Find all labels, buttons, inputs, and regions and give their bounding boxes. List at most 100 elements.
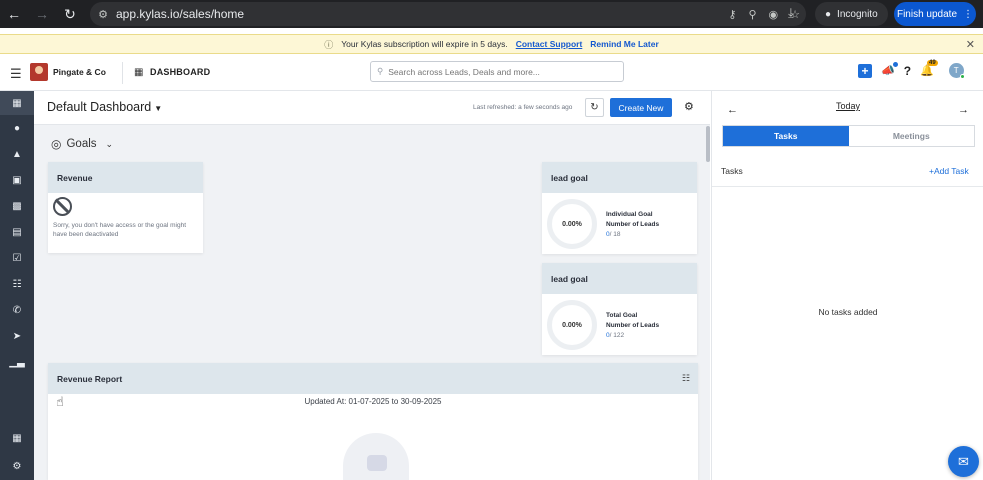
building-icon: ▩ — [12, 200, 22, 212]
sidebar-item-apps[interactable]: ▦ — [0, 426, 34, 450]
app-header: ☰ Pingate & Co ▦ DASHBOARD ⚲ + 📣 ? 🔔49 T — [0, 54, 983, 91]
sidebar-item-companies[interactable]: ▩ — [0, 194, 34, 218]
calendar-icon[interactable]: ☷ — [682, 373, 690, 384]
incognito-indicator[interactable]: ● Incognito — [815, 2, 888, 26]
contact-support-link[interactable]: Contact Support — [516, 39, 583, 49]
notification-badge: 49 — [927, 60, 938, 66]
sidebar-item-calls[interactable]: ✆ — [0, 298, 34, 322]
refresh-button[interactable]: ↻ — [585, 98, 604, 117]
sidebar-item-calendar[interactable]: ☷ — [0, 272, 34, 296]
clipboard-icon: ▤ — [12, 226, 22, 238]
zoom-icon[interactable]: ⚲ — [748, 8, 756, 21]
megaphone-icon[interactable]: 📣 — [881, 62, 898, 77]
revenue-report-card: Revenue Report ☷ Updated At: 01-07-2025 … — [48, 363, 698, 480]
sidebar-item-dashboard[interactable]: ▦ — [0, 91, 34, 115]
report-title: Revenue Report — [57, 373, 123, 384]
goal-progress: 0/ 122 — [606, 331, 659, 341]
progress-percent: 0.00% — [562, 321, 582, 329]
info-icon: ⓘ — [324, 39, 334, 50]
eye-off-icon[interactable]: ◉ — [769, 8, 779, 21]
banner-message: Your Kylas subscription will expire in 5… — [341, 39, 508, 49]
card-title: Revenue — [48, 162, 203, 193]
sidebar-item-campaigns[interactable]: ➤ — [0, 324, 34, 348]
address-bar[interactable]: ⚙ app.kylas.io/sales/home ⚷ ⚲ ◉ ☆ — [90, 2, 806, 26]
user-icon: ● — [13, 122, 21, 134]
bar-chart-icon: ▁▃ — [9, 356, 25, 368]
sidebar-item-reports[interactable]: ▁▃ — [0, 350, 34, 374]
sidebar-item-tasks[interactable]: ☑ — [0, 246, 34, 270]
url-text[interactable]: app.kylas.io/sales/home — [116, 7, 244, 21]
activity-panel: ← Today → Tasks Meetings Tasks +Add Task… — [711, 91, 983, 480]
help-icon[interactable]: ? — [904, 64, 911, 78]
dashboard-header: Default Dashboard ▼ Last refreshed: a few… — [34, 91, 710, 125]
online-status — [959, 74, 965, 79]
reload-icon[interactable]: ↻ — [56, 0, 84, 28]
goal-card: lead goal 0.00% Total Goal Number of Lea… — [542, 263, 697, 355]
dashboard-name: Default Dashboard — [47, 100, 152, 114]
search-input[interactable] — [388, 66, 609, 77]
avatar[interactable]: T — [948, 63, 965, 79]
global-search[interactable]: ⚲ — [370, 61, 624, 82]
sidebar-item-contacts[interactable]: ● — [0, 116, 34, 140]
sidebar-item-leads[interactable]: ▣ — [0, 168, 34, 192]
activity-tabs: Tasks Meetings — [722, 125, 975, 147]
goal-target: / 122 — [609, 331, 625, 339]
goals-toggle[interactable]: ◎ Goals ⌄ — [51, 137, 113, 151]
date-label[interactable]: Today — [712, 101, 983, 111]
back-icon[interactable]: ← — [0, 0, 28, 28]
sidebar: ▦ ● ▲ ▣ ▩ ▤ ☑ ☷ ✆ ➤ ▁▃ ▦ ⚙ — [0, 91, 34, 480]
quick-add-button[interactable]: + — [858, 63, 872, 78]
dashboard-icon: ▦ — [134, 67, 144, 78]
remind-later-link[interactable]: Remind Me Later — [590, 39, 659, 49]
dashboard-selector[interactable]: Default Dashboard ▼ — [47, 100, 162, 114]
unread-dot — [892, 62, 898, 67]
next-day-icon[interactable]: → — [958, 104, 969, 116]
tab-meetings[interactable]: Meetings — [849, 126, 975, 146]
bell-icon[interactable]: 🔔 49 — [920, 60, 938, 77]
sidebar-item-deals[interactable]: ▲ — [0, 142, 34, 166]
key-icon[interactable]: ⚷ — [728, 8, 736, 21]
forward-icon[interactable]: → — [28, 0, 56, 28]
menu-icon[interactable]: ☰ — [10, 66, 22, 82]
checkbox-icon: ☑ — [12, 252, 22, 264]
sidebar-item-settings[interactable]: ⚙ — [0, 454, 34, 478]
report-updated: Updated At: 01-07-2025 to 30-09-2025 — [304, 397, 442, 406]
browser-toolbar: ← → ↻ ⚙ app.kylas.io/sales/home ⚷ ⚲ ◉ ☆ … — [0, 0, 983, 28]
gear-icon: ⚙ — [12, 460, 22, 472]
company-name[interactable]: Pingate & Co — [53, 67, 106, 77]
rocket-icon: ➤ — [12, 330, 22, 342]
goals-label: Goals — [66, 138, 97, 150]
progress-percent: 0.00% — [562, 220, 582, 228]
sidebar-item-quotes[interactable]: ▤ — [0, 220, 34, 244]
last-refreshed: Last refreshed: a few seconds ago — [473, 104, 573, 111]
tab-tasks[interactable]: Tasks — [723, 126, 849, 146]
tasks-heading: Tasks — [721, 166, 743, 176]
more-vert-icon: ⋮ — [963, 8, 974, 20]
goal-target: / 18 — [609, 230, 621, 238]
goal-type: Total Goal — [606, 312, 638, 319]
close-icon[interactable]: ✕ — [966, 38, 975, 51]
hand-cursor-icon: ☝ — [56, 394, 64, 409]
finish-update-button[interactable]: Finish update ⋮ — [894, 2, 976, 26]
create-new-button[interactable]: Create New — [610, 98, 672, 117]
calendar-icon: ☷ — [12, 278, 22, 290]
goal-card: lead goal 0.00% Individual Goal Number o… — [542, 162, 697, 254]
chevron-down-icon: ⌄ — [105, 138, 114, 149]
dashboard-settings-icon[interactable]: ⚙ — [684, 100, 694, 113]
scrollbar[interactable] — [706, 126, 710, 162]
incognito-label: Incognito — [837, 8, 878, 20]
empty-state-illustration — [343, 433, 409, 480]
site-settings-icon[interactable]: ⚙ — [90, 8, 116, 21]
card-title: lead goal — [542, 263, 697, 294]
chat-support-button[interactable]: ✉ — [948, 446, 979, 477]
id-card-icon: ▣ — [12, 174, 22, 186]
chat-icon: ✉ — [958, 453, 969, 469]
no-access-message: Sorry, you don't have access or the goal… — [53, 222, 186, 239]
card-title: lead goal — [542, 162, 697, 193]
download-icon[interactable]: ⤓ — [788, 5, 794, 21]
section-title: DASHBOARD — [150, 67, 211, 77]
add-task-button[interactable]: +Add Task — [929, 166, 969, 176]
goal-metric: Number of Leads — [606, 321, 660, 329]
goal-info: Individual Goal Number of Leads 0/ 18 — [606, 210, 659, 239]
divider — [712, 186, 983, 187]
